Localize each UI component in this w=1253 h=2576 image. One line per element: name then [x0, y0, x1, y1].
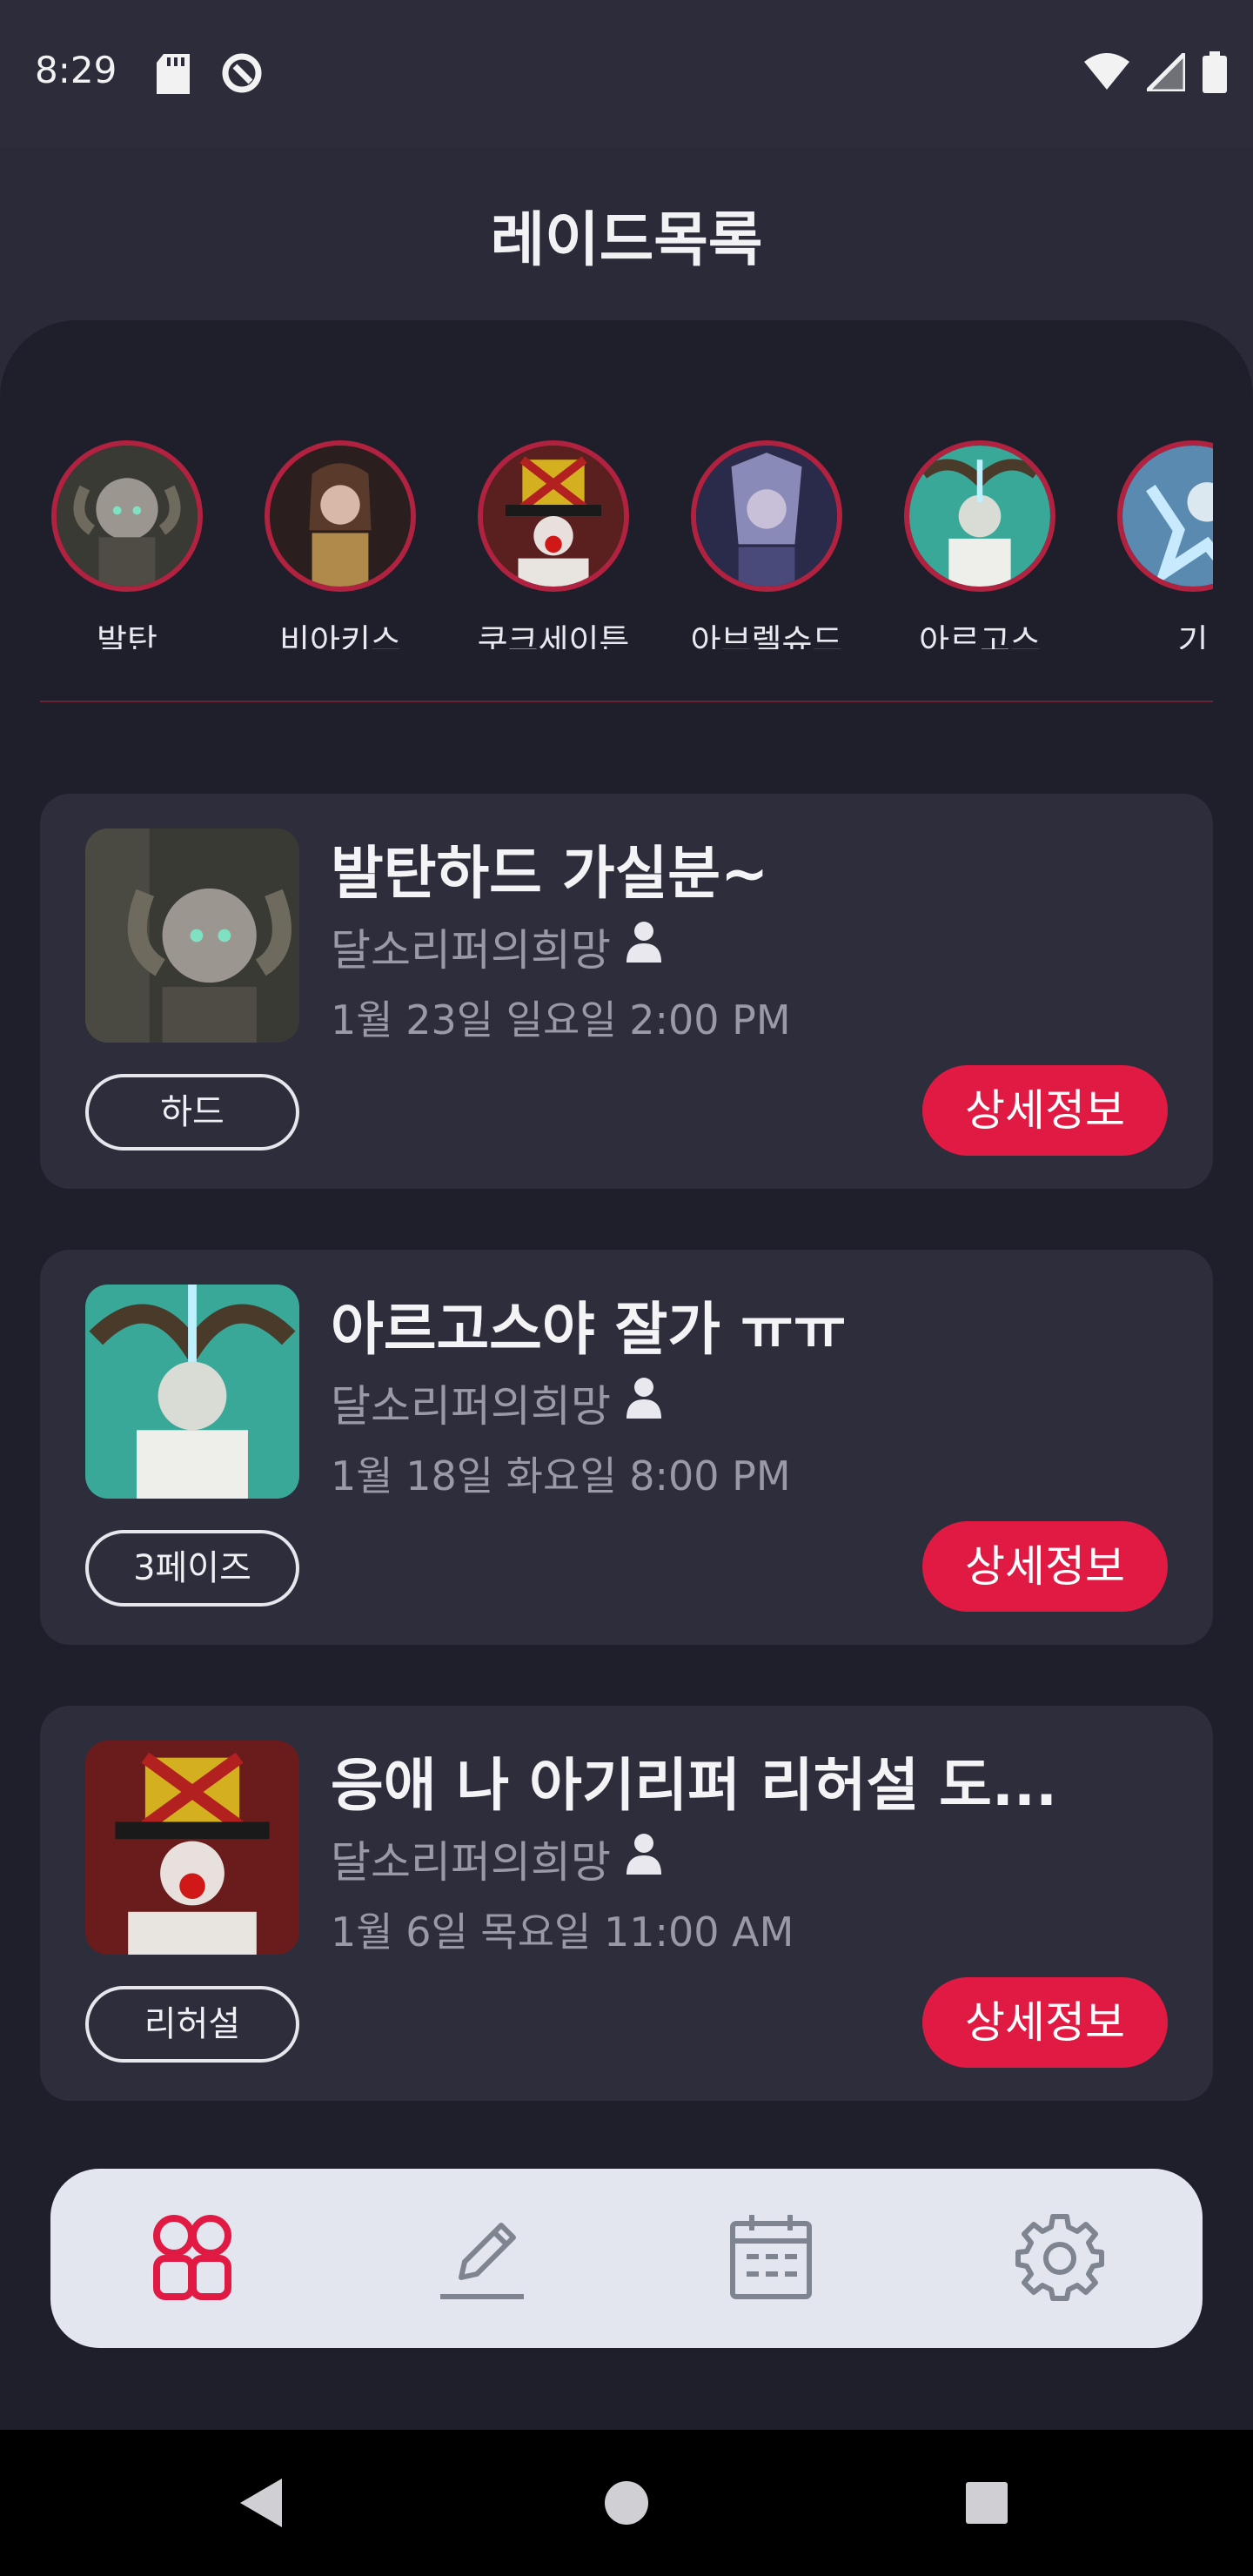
- raid-thumbnail: [85, 828, 299, 1043]
- nav-item-settings[interactable]: [973, 2169, 1147, 2348]
- raid-title: 발탄하드 가실분~: [331, 840, 769, 907]
- pencil-icon: [437, 2211, 527, 2305]
- person-icon: [626, 1377, 661, 1429]
- raid-card[interactable]: 아르고스야 잘가 ㅠㅠ 달소리퍼의희망 1월 18일 화요일 8:00 PM 3…: [40, 1250, 1213, 1645]
- recents-icon[interactable]: [952, 2468, 1022, 2538]
- calendar-icon: [726, 2211, 816, 2305]
- raid-leader-name: 달소리퍼의희망: [331, 925, 611, 976]
- boss-name: 쿠크세이튼: [477, 622, 630, 649]
- nav-item-calendar[interactable]: [684, 2169, 858, 2348]
- system-navigation-bar: [0, 2430, 1253, 2576]
- divider: [40, 701, 1213, 702]
- boss-item-kakul-saydon[interactable]: 쿠크세이튼: [466, 440, 640, 649]
- raid-date: 1월 6일 목요일 11:00 AM: [331, 1909, 794, 1955]
- raid-thumbnail: [85, 1285, 299, 1499]
- boss-list[interactable]: 발탄 비아키스 쿠크세이튼 아브렐슈드 아르고스 기: [40, 440, 1213, 649]
- raid-leader: 달소리퍼의희망: [331, 916, 661, 978]
- boss-name: 비아키스: [279, 622, 401, 649]
- status-time: 8:29: [35, 49, 117, 91]
- raid-date: 1월 23일 일요일 2:00 PM: [331, 996, 791, 1043]
- boss-name: 발탄: [97, 622, 157, 649]
- boss-avatar-partial: [1117, 440, 1213, 592]
- boss-item-argos[interactable]: 아르고스: [893, 440, 1067, 649]
- battery-icon: [1203, 51, 1227, 97]
- nav-item-raid-list[interactable]: [106, 2169, 280, 2348]
- detail-button[interactable]: 상세정보: [922, 1065, 1168, 1156]
- detail-button[interactable]: 상세정보: [922, 1521, 1168, 1612]
- group-icon: [150, 2211, 237, 2305]
- screen: 8:29 레이드목록 발탄 비아키스 쿠크세이튼 아브렐슈드 아르고스 기 발탄…: [0, 0, 1253, 2576]
- boss-avatar-valtan: [51, 440, 203, 592]
- boss-item-vykas[interactable]: 비아키스: [253, 440, 427, 649]
- status-right-icons: [1084, 47, 1227, 97]
- boss-name: 기: [1177, 622, 1209, 649]
- raid-difficulty-tag: 리허설: [85, 1986, 299, 2063]
- raid-leader-name: 달소리퍼의희망: [331, 1381, 611, 1432]
- boss-avatar-vykas: [265, 440, 416, 592]
- boss-name: 아르고스: [919, 622, 1041, 649]
- page-title: 레이드목록: [490, 206, 763, 275]
- nav-item-write[interactable]: [395, 2169, 569, 2348]
- raid-leader-name: 달소리퍼의희망: [331, 1837, 611, 1888]
- raid-leader: 달소리퍼의희망: [331, 1828, 661, 1890]
- wifi-icon: [1084, 53, 1129, 95]
- boss-avatar-argos: [904, 440, 1055, 592]
- status-bar: 8:29: [0, 0, 1253, 148]
- detail-button[interactable]: 상세정보: [922, 1977, 1168, 2068]
- boss-avatar-kakul-saydon: [478, 440, 629, 592]
- gear-icon: [1015, 2211, 1105, 2305]
- raid-thumbnail: [85, 1741, 299, 1955]
- home-icon[interactable]: [592, 2468, 661, 2538]
- raid-card[interactable]: 발탄하드 가실분~ 달소리퍼의희망 1월 23일 일요일 2:00 PM 하드 …: [40, 794, 1213, 1189]
- back-icon[interactable]: [226, 2468, 296, 2538]
- boss-name: 아브렐슈드: [690, 622, 843, 649]
- raid-title: 아르고스야 잘가 ㅠㅠ: [331, 1296, 847, 1363]
- bottom-navigation: [50, 2169, 1203, 2348]
- main-panel: 발탄 비아키스 쿠크세이튼 아브렐슈드 아르고스 기 발탄하드 가실분~ 달소리…: [0, 320, 1253, 2430]
- raid-difficulty-tag: 3페이즈: [85, 1530, 299, 1607]
- sd-card-icon: [157, 54, 190, 97]
- boss-avatar-brelshaza: [691, 440, 842, 592]
- boss-item-partial[interactable]: 기: [1106, 440, 1213, 649]
- boss-item-valtan[interactable]: 발탄: [40, 440, 214, 649]
- person-icon: [626, 1833, 661, 1885]
- boss-item-brelshaza[interactable]: 아브렐슈드: [680, 440, 854, 649]
- data-saver-icon: [219, 50, 265, 99]
- raid-card[interactable]: 응애 나 아기리퍼 리허설 도... 달소리퍼의희망 1월 6일 목요일 11:…: [40, 1706, 1213, 2101]
- person-icon: [626, 921, 661, 973]
- raid-title: 응애 나 아기리퍼 리허설 도...: [331, 1752, 1058, 1819]
- raid-leader: 달소리퍼의희망: [331, 1372, 661, 1434]
- signal-icon: [1141, 47, 1188, 95]
- raid-difficulty-tag: 하드: [85, 1074, 299, 1150]
- raid-date: 1월 18일 화요일 8:00 PM: [331, 1452, 791, 1499]
